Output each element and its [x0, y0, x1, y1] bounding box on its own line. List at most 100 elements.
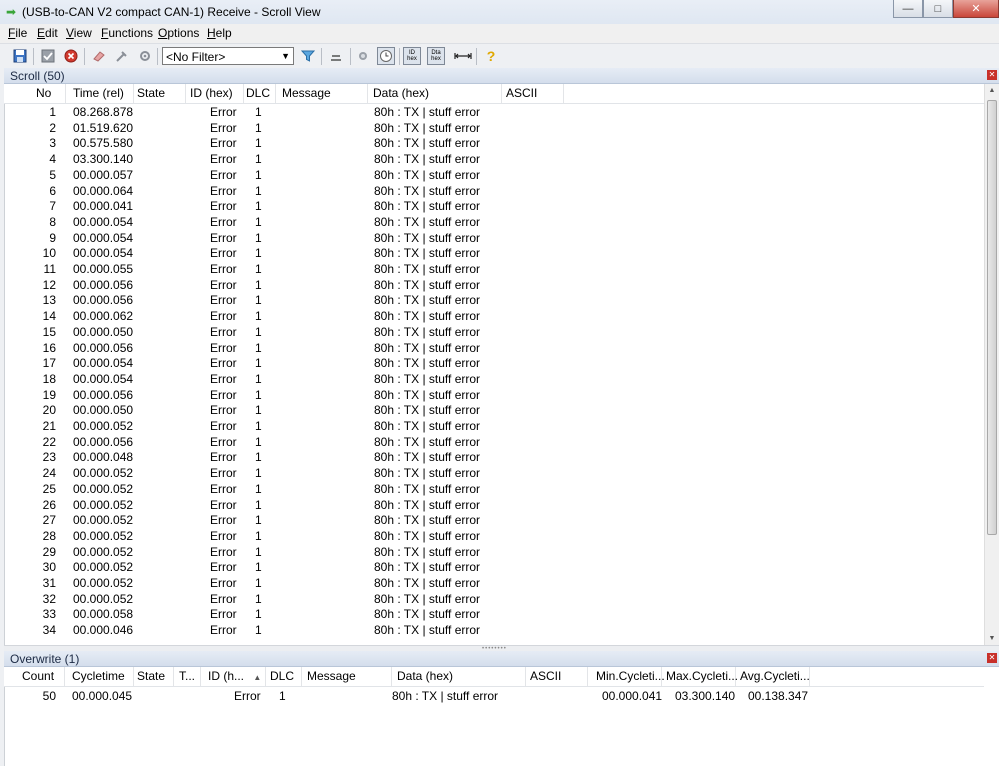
column-dlc[interactable]: DLC — [244, 84, 276, 103]
record-icon[interactable] — [354, 47, 372, 65]
minimize-button[interactable]: — — [893, 0, 923, 18]
table-row[interactable]: 15 00.000.050 Error 1 80h : TX | stuff error — [4, 324, 984, 340]
scroll-rows: 1 08.268.878 Error 1 80h : TX | stuff error 2… — [4, 104, 984, 645]
table-row[interactable]: 5 00.000.057 Error 1 80h : TX | stuff error — [4, 167, 984, 183]
table-row[interactable]: 32 00.000.052 Error 1 80h : TX | stuff error — [4, 591, 984, 607]
table-row[interactable]: 3 00.575.580 Error 1 80h : TX | stuff error — [4, 135, 984, 151]
table-row[interactable]: 31 00.000.052 Error 1 80h : TX | stuff error — [4, 575, 984, 591]
column-message[interactable]: Message — [302, 667, 392, 686]
row-dlc: 1 — [255, 309, 262, 324]
table-row[interactable]: 11 00.000.055 Error 1 80h : TX | stuff error — [4, 261, 984, 277]
column-max-cycletime[interactable]: Max.Cycleti... — [662, 667, 738, 686]
table-row[interactable]: 8 00.000.054 Error 1 80h : TX | stuff error — [4, 214, 984, 230]
close-button[interactable]: ✕ — [953, 0, 999, 18]
table-row[interactable]: 4 03.300.140 Error 1 80h : TX | stuff error — [4, 151, 984, 167]
data-hex-button[interactable]: Dta hex — [427, 47, 445, 65]
table-row[interactable]: 21 00.000.052 Error 1 80h : TX | stuff error — [4, 418, 984, 434]
menu-view[interactable]: View — [66, 26, 92, 40]
close-icon[interactable]: ✕ — [987, 70, 997, 80]
maximize-button[interactable]: □ — [923, 0, 953, 18]
table-row[interactable]: 25 00.000.052 Error 1 80h : TX | stuff error — [4, 481, 984, 497]
column-id[interactable]: ID (hex) — [186, 84, 244, 103]
row-no: 27 — [42, 513, 56, 528]
table-row[interactable]: 19 00.000.056 Error 1 80h : TX | stuff error — [4, 387, 984, 403]
table-row[interactable]: 9 00.000.054 Error 1 80h : TX | stuff error — [4, 230, 984, 246]
menu-options[interactable]: Options — [158, 26, 199, 40]
column-ascii[interactable]: ASCII — [526, 667, 588, 686]
row-no: 29 — [42, 544, 56, 559]
id-hex-button[interactable]: ID hex — [403, 47, 421, 65]
eraser-icon[interactable] — [90, 47, 108, 65]
row-no: 28 — [42, 528, 56, 543]
row-time: 00.000.054 — [73, 371, 134, 386]
toolbar-separator — [84, 48, 85, 65]
column-type[interactable]: T... — [174, 667, 201, 686]
scroll-down-icon[interactable]: ▼ — [985, 635, 999, 642]
filter-funnel-icon[interactable] — [299, 47, 317, 65]
row-data: 80h : TX | stuff error — [374, 560, 481, 575]
table-row[interactable]: 2 01.519.620 Error 1 80h : TX | stuff error — [4, 120, 984, 136]
column-message[interactable]: Message — [276, 84, 368, 103]
table-row[interactable]: 28 00.000.052 Error 1 80h : TX | stuff error — [4, 528, 984, 544]
column-cycletime[interactable]: Cycletime — [65, 667, 134, 686]
table-row[interactable]: 16 00.000.056 Error 1 80h : TX | stuff error — [4, 340, 984, 356]
row-dlc: 1 — [255, 214, 262, 229]
overwrite-row[interactable]: 50 00.000.045 Error 1 80h : TX | stuff e… — [4, 688, 984, 704]
column-ascii[interactable]: ASCII — [502, 84, 564, 103]
table-row[interactable]: 22 00.000.056 Error 1 80h : TX | stuff error — [4, 434, 984, 450]
menu-file[interactable]: File — [8, 26, 27, 40]
table-row[interactable]: 7 00.000.041 Error 1 80h : TX | stuff error — [4, 198, 984, 214]
table-row[interactable]: 6 00.000.064 Error 1 80h : TX | stuff error — [4, 183, 984, 199]
settings-icon[interactable] — [136, 47, 154, 65]
column-min-cycletime[interactable]: Min.Cycleti... — [588, 667, 665, 686]
menu-functions[interactable]: Functions — [101, 26, 153, 40]
table-row[interactable]: 33 00.000.058 Error 1 80h : TX | stuff error — [4, 606, 984, 622]
column-data[interactable]: Data (hex) — [392, 667, 526, 686]
stop-icon[interactable] — [62, 47, 80, 65]
column-id[interactable]: ID (h... ▲ — [201, 667, 266, 686]
toolbar-separator — [321, 48, 322, 65]
column-count[interactable]: Count — [4, 667, 65, 686]
column-width-icon[interactable] — [454, 47, 472, 65]
menu-edit[interactable]: Edit — [37, 26, 58, 40]
filter-dropdown[interactable]: <No Filter> ▼ — [162, 47, 294, 65]
table-row[interactable]: 13 00.000.056 Error 1 80h : TX | stuff error — [4, 292, 984, 308]
tools-icon[interactable] — [113, 47, 131, 65]
row-time: 00.000.052 — [73, 544, 134, 559]
table-row[interactable]: 17 00.000.054 Error 1 80h : TX | stuff error — [4, 355, 984, 371]
scroll-up-icon[interactable]: ▲ — [985, 87, 999, 94]
close-icon[interactable]: ✕ — [987, 653, 997, 663]
menu-help[interactable]: Help — [207, 26, 232, 40]
row-time: 00.000.050 — [73, 403, 134, 418]
row-dlc: 1 — [255, 230, 262, 245]
scroll-panel-scrollbar[interactable]: ▲ ▼ — [984, 84, 999, 645]
scrollbar-thumb[interactable] — [987, 100, 997, 535]
table-row[interactable]: 34 00.000.046 Error 1 80h : TX | stuff error — [4, 622, 984, 638]
check-icon[interactable] — [39, 47, 57, 65]
menu-bar: File Edit View Functions Options Help — [0, 24, 999, 43]
align-icon[interactable] — [327, 47, 345, 65]
table-row[interactable]: 27 00.000.052 Error 1 80h : TX | stuff error — [4, 512, 984, 528]
table-row[interactable]: 26 00.000.052 Error 1 80h : TX | stuff error — [4, 497, 984, 513]
column-avg-cycletime[interactable]: Avg.Cycleti... — [736, 667, 810, 686]
table-row[interactable]: 12 00.000.056 Error 1 80h : TX | stuff error — [4, 277, 984, 293]
table-row[interactable]: 24 00.000.052 Error 1 80h : TX | stuff error — [4, 465, 984, 481]
table-row[interactable]: 10 00.000.054 Error 1 80h : TX | stuff error — [4, 245, 984, 261]
table-row[interactable]: 18 00.000.054 Error 1 80h : TX | stuff error — [4, 371, 984, 387]
column-state[interactable]: State — [134, 84, 186, 103]
column-data[interactable]: Data (hex) — [368, 84, 502, 103]
table-row[interactable]: 14 00.000.062 Error 1 80h : TX | stuff error — [4, 308, 984, 324]
clock-icon[interactable] — [377, 47, 395, 65]
column-state[interactable]: State — [134, 667, 174, 686]
save-icon[interactable] — [11, 47, 29, 65]
help-icon[interactable]: ? — [482, 47, 500, 65]
table-row[interactable]: 1 08.268.878 Error 1 80h : TX | stuff error — [4, 104, 984, 120]
table-row[interactable]: 23 00.000.048 Error 1 80h : TX | stuff error — [4, 449, 984, 465]
table-row[interactable]: 29 00.000.052 Error 1 80h : TX | stuff error — [4, 544, 984, 560]
table-row[interactable]: 20 00.000.050 Error 1 80h : TX | stuff error — [4, 402, 984, 418]
column-no[interactable]: No — [4, 84, 66, 103]
table-row[interactable]: 30 00.000.052 Error 1 80h : TX | stuff error — [4, 559, 984, 575]
column-dlc[interactable]: DLC — [266, 667, 302, 686]
column-time[interactable]: Time (rel) — [66, 84, 134, 103]
row-data: 80h : TX | stuff error — [374, 466, 481, 481]
